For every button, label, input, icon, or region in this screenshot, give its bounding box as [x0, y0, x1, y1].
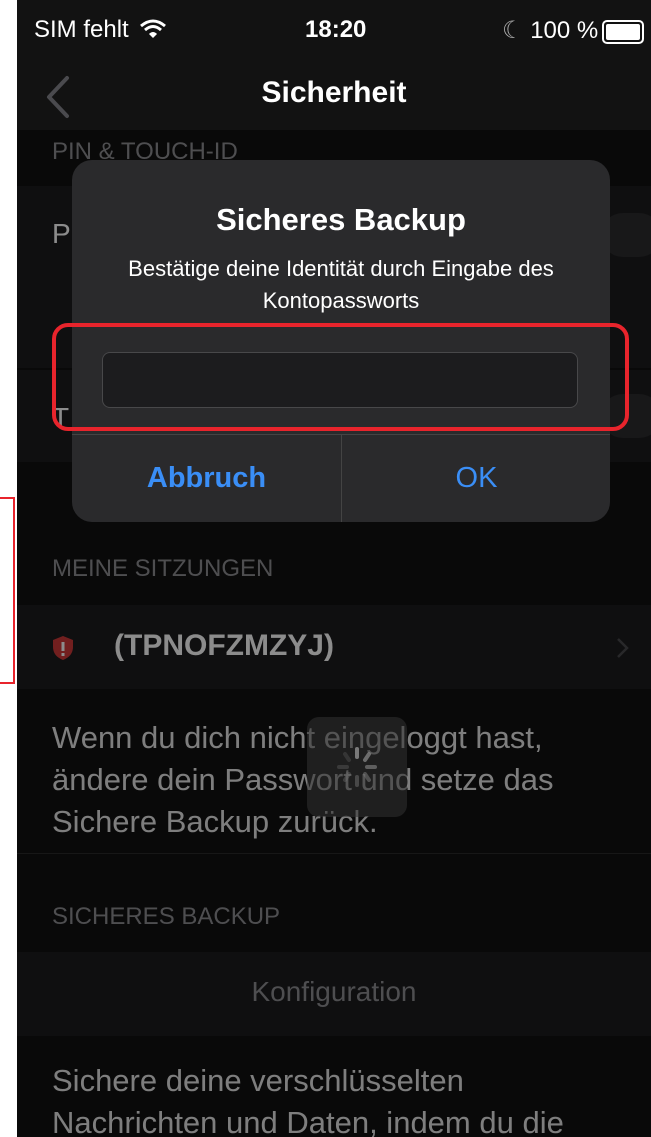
alert-title: Sicheres Backup [216, 202, 466, 237]
ok-button[interactable]: OK [342, 435, 610, 522]
battery-icon [602, 20, 644, 44]
status-bar: SIM fehlt 18:20 ☾ 100 % [17, 0, 651, 60]
password-field-highlight [52, 323, 629, 431]
annotation-left-box [0, 497, 15, 684]
wifi-icon [140, 19, 167, 38]
navigation-bar: Sicherheit [17, 60, 651, 130]
status-right: ☾ 100 % [502, 16, 598, 45]
moon-icon: ☾ [502, 17, 524, 44]
carrier-label: SIM fehlt [34, 16, 129, 43]
phone-screen: SIM fehlt 18:20 ☾ 100 % Sicherheit PIN &… [17, 0, 651, 1137]
page-title: Sicherheit [261, 76, 407, 109]
cancel-button[interactable]: Abbruch [72, 435, 341, 522]
alert-message: Bestätige deine Identität durch Eingabe … [128, 256, 554, 313]
battery-percent: 100 % [530, 17, 599, 44]
status-carrier: SIM fehlt [34, 16, 167, 44]
status-time: 18:20 [305, 16, 367, 43]
